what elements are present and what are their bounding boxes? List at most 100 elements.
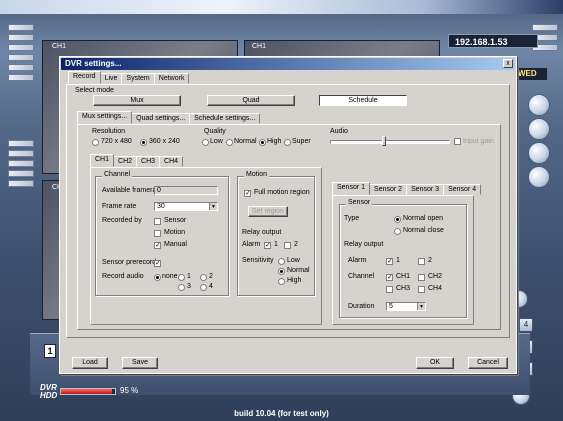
- tab-sensor-3[interactable]: Sensor 3: [406, 184, 445, 195]
- tab-ch4[interactable]: CH4: [159, 156, 184, 167]
- quality-high-radio[interactable]: [259, 139, 266, 146]
- record-audio-4-radio[interactable]: [200, 284, 207, 291]
- record-audio-1-radio[interactable]: [178, 274, 185, 281]
- mode-schedule-button[interactable]: Schedule: [319, 95, 407, 106]
- recorded-by-motion-label: Motion: [164, 229, 186, 236]
- record-audio-none-radio[interactable]: [154, 274, 161, 281]
- sensitivity-low-label: Low: [287, 257, 300, 264]
- tab-schedule-settings[interactable]: Schedule settings...: [189, 113, 261, 124]
- sensitivity-label: Sensitivity: [242, 257, 274, 264]
- sensor-ch3-checkbox[interactable]: [386, 286, 393, 293]
- dialog-title-bar[interactable]: DVR settings...: [61, 58, 515, 70]
- sensor-duration-label: Duration: [348, 303, 375, 310]
- frame-rate-select[interactable]: 30 ▼: [154, 202, 218, 211]
- tab-ch3[interactable]: CH3: [136, 156, 161, 167]
- tab-sensor-4[interactable]: Sensor 4: [443, 184, 482, 195]
- sensor-prerecord-checkbox[interactable]: [154, 260, 161, 267]
- sensitivity-low-radio[interactable]: [278, 258, 285, 265]
- sensor-alarm-1-label: 1: [396, 257, 400, 264]
- build-label: build 10.04 (for test only): [234, 409, 329, 418]
- mode-mux-button[interactable]: Mux: [93, 95, 181, 106]
- ok-button[interactable]: OK: [416, 357, 454, 369]
- chevron-down-icon[interactable]: ▼: [417, 303, 425, 310]
- sensor-type-label: Type: [344, 215, 360, 222]
- audio-slider-thumb[interactable]: [382, 136, 387, 146]
- sensor-alarm-2-checkbox[interactable]: [418, 258, 425, 265]
- side-square-button-1[interactable]: 4: [519, 318, 533, 332]
- record-audio-2-radio[interactable]: [200, 274, 207, 281]
- chevron-down-icon[interactable]: ▼: [209, 203, 217, 210]
- sensor-normal-open-radio[interactable]: [394, 216, 401, 223]
- quality-low-radio[interactable]: [202, 139, 209, 146]
- tab-ch1[interactable]: CH1: [90, 154, 115, 167]
- sensitivity-normal-radio[interactable]: [278, 268, 285, 275]
- side-round-button-1[interactable]: [528, 94, 550, 116]
- cancel-button[interactable]: Cancel: [468, 357, 508, 369]
- resolution-720-radio[interactable]: [92, 139, 99, 146]
- sensor-channel-label: Channel: [348, 273, 375, 280]
- resolution-title: Resolution: [92, 128, 126, 135]
- sensor-ch2-checkbox[interactable]: [418, 274, 425, 281]
- sensor-duration-select[interactable]: 5 ▼: [386, 302, 426, 311]
- set-region-button[interactable]: Set region: [248, 206, 288, 217]
- recorded-by-motion-checkbox[interactable]: [154, 230, 161, 237]
- sensor-ch4-checkbox[interactable]: [418, 286, 425, 293]
- quality-super-radio[interactable]: [284, 139, 291, 146]
- mux-settings-panel: Resolution 720 x 480 360 x 240 Quality L…: [77, 124, 501, 330]
- recorded-by-manual-label: Manual: [164, 241, 187, 248]
- motion-alarm-2-label: 2: [294, 241, 298, 248]
- close-icon[interactable]: x: [503, 59, 513, 68]
- quality-normal-radio[interactable]: [226, 139, 233, 146]
- sensor-normal-open-label: Normal open: [403, 215, 444, 222]
- tab-mux-settings[interactable]: Mux settings...: [77, 111, 133, 124]
- tab-network[interactable]: Network: [153, 73, 190, 84]
- recorded-by-manual-checkbox[interactable]: [154, 242, 161, 249]
- tab-ch2[interactable]: CH2: [113, 156, 138, 167]
- tab-sensor-2[interactable]: Sensor 2: [369, 184, 408, 195]
- tab-record[interactable]: Record: [68, 71, 101, 84]
- sensor-tab-strip: Sensor 1 Sensor 2 Sensor 3 Sensor 4: [332, 182, 482, 195]
- mode-quad-button[interactable]: Quad: [207, 95, 295, 106]
- full-motion-region-checkbox[interactable]: [244, 190, 251, 197]
- resolution-360-label: 360 x 240: [149, 138, 180, 145]
- side-round-button-4[interactable]: [528, 166, 550, 188]
- tab-quad-settings[interactable]: Quad settings...: [131, 113, 191, 124]
- frame-rate-label: Frame rate: [102, 203, 137, 210]
- side-round-button-3[interactable]: [528, 142, 550, 164]
- sensor-normal-close-radio[interactable]: [394, 228, 401, 235]
- select-mode-group: Select mode Mux Quad Schedule: [73, 87, 495, 109]
- camera-tile-1-label: CH1: [52, 43, 67, 50]
- top-banner: [0, 0, 563, 14]
- recorded-by-sensor-label: Sensor: [164, 217, 187, 224]
- recorded-by-sensor-checkbox[interactable]: [154, 218, 161, 225]
- sensor-ch2-label: CH2: [428, 273, 443, 280]
- sensor-group: Sensor Type Normal open Normal close Rel…: [339, 199, 467, 318]
- resolution-360-radio[interactable]: [140, 139, 147, 146]
- sensor-ch4-label: CH4: [428, 285, 443, 292]
- tab-sensor-1[interactable]: Sensor 1: [332, 182, 371, 195]
- left-rail-top: [8, 24, 34, 84]
- sensor-duration-value: 5: [389, 303, 393, 310]
- motion-alarm-1-checkbox[interactable]: [264, 242, 271, 249]
- channel-tab-strip: CH1 CH2 CH3 CH4: [90, 154, 184, 167]
- record-audio-4-label: 4: [209, 283, 213, 290]
- channel-number-tab[interactable]: 1: [44, 344, 56, 358]
- motion-alarm-2-checkbox[interactable]: [284, 242, 291, 249]
- audio-slider-track[interactable]: [330, 140, 450, 144]
- record-audio-3-radio[interactable]: [178, 284, 185, 291]
- load-button[interactable]: Load: [72, 357, 108, 369]
- side-round-button-2[interactable]: [528, 118, 550, 140]
- mode-settings-tab-strip: Mux settings... Quad settings... Schedul…: [77, 111, 261, 124]
- tab-system[interactable]: System: [121, 73, 155, 84]
- hdd-label: DVR HDD: [40, 384, 58, 400]
- tab-live[interactable]: Live: [99, 73, 123, 84]
- sensor-alarm-1-checkbox[interactable]: [386, 258, 393, 265]
- input-gain-checkbox[interactable]: [454, 138, 461, 145]
- sensor-ch1-checkbox[interactable]: [386, 274, 393, 281]
- sensitivity-high-radio[interactable]: [278, 278, 285, 285]
- camera-tile-2-label: CH1: [252, 43, 267, 50]
- quality-title: Quality: [204, 128, 226, 135]
- save-button[interactable]: Save: [122, 357, 158, 369]
- audio-title: Audio: [330, 128, 348, 135]
- record-tab-panel: Select mode Mux Quad Schedule Mux settin…: [66, 84, 510, 338]
